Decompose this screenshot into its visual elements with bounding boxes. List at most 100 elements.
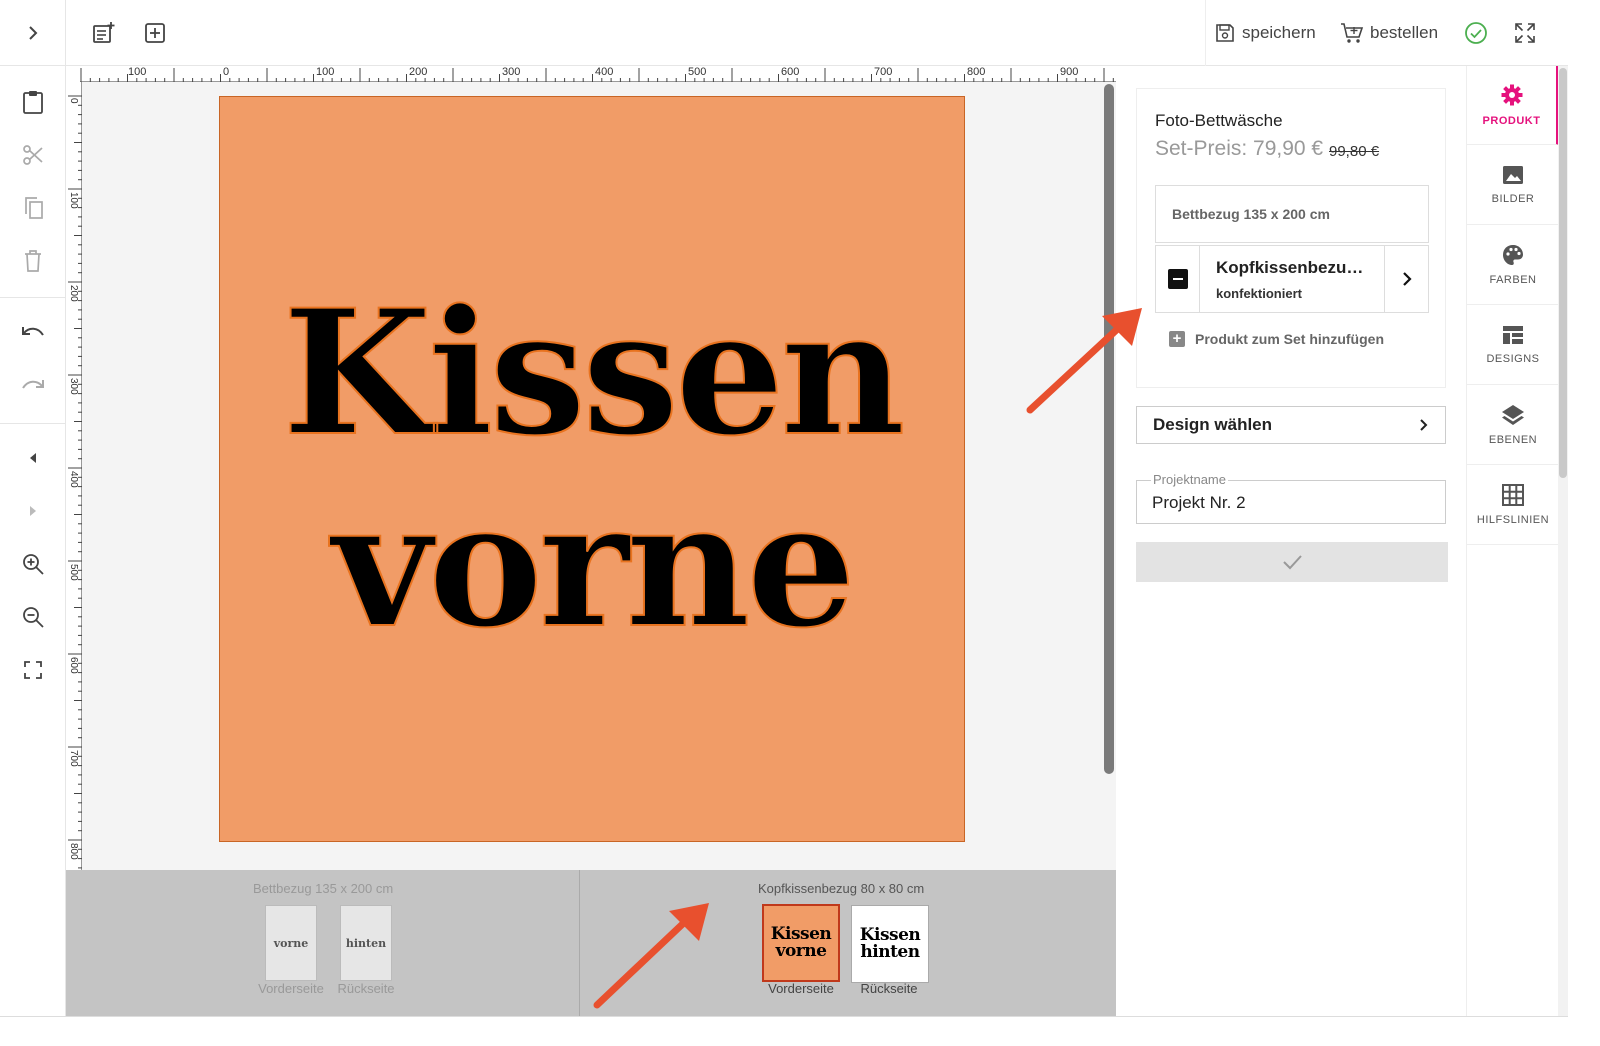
triangle-left-icon	[30, 453, 36, 463]
project-name-label: Projektname	[1151, 472, 1228, 487]
order-label: bestellen	[1370, 23, 1439, 42]
tab-hilfslinien[interactable]: HILFSLINIEN	[1467, 466, 1559, 545]
product-title: Foto-Bettwäsche	[1155, 111, 1283, 130]
confirm-status-button[interactable]	[1459, 16, 1493, 50]
plus-icon: +	[1169, 331, 1185, 347]
side-tabs: PRODUKT BILDER FARBEN DESIGNS EBENEN HIL…	[1466, 66, 1559, 1016]
page-caption: Rückseite	[337, 981, 395, 996]
tab-label: FARBEN	[1489, 274, 1537, 286]
ruler-label: 800	[68, 843, 79, 860]
ruler-label: 100	[68, 192, 79, 209]
chevron-right-icon	[28, 26, 37, 40]
tab-ebenen[interactable]: EBENEN	[1467, 386, 1559, 465]
toolbar-divider	[1205, 0, 1206, 66]
set-item-label: Bettbezug 135 x 200 cm	[1172, 206, 1330, 222]
next-button[interactable]	[13, 491, 53, 531]
thumb-text: vorne	[775, 941, 827, 961]
copy-icon	[25, 197, 43, 219]
redo-icon	[22, 380, 44, 389]
page-caption: Rückseite	[860, 981, 918, 996]
undo-icon	[22, 327, 44, 336]
ruler-label: 100	[316, 66, 335, 78]
ruler-label: 0	[223, 66, 230, 78]
ruler-label: 100	[128, 66, 147, 78]
tab-label: BILDER	[1491, 193, 1535, 205]
page-thumb-front[interactable]: vorne	[265, 905, 317, 981]
save-button[interactable]: speichern	[1214, 16, 1316, 50]
canvas-scrollbar[interactable]	[1104, 84, 1114, 774]
add-product-button[interactable]: + Produkt zum Set hinzufügen	[1169, 331, 1384, 347]
ruler-label: 800	[967, 66, 986, 78]
chevron-right-icon	[1402, 272, 1412, 286]
ruler-label: 700	[68, 750, 79, 767]
chevron-right-icon	[1420, 419, 1428, 431]
undo-button[interactable]	[13, 314, 53, 354]
page-thumb-front-active[interactable]: Kissen vorne	[762, 904, 840, 982]
clipboard-icon	[23, 91, 43, 114]
order-button[interactable]: bestellen	[1340, 16, 1438, 50]
ruler-label: 300	[502, 66, 521, 78]
ruler-label: 300	[68, 378, 79, 395]
choose-design-button[interactable]: Design wählen	[1136, 406, 1446, 444]
copy-button[interactable]	[13, 188, 53, 228]
zoom-in-button[interactable]	[13, 544, 53, 584]
tab-designs[interactable]: DESIGNS	[1467, 306, 1559, 385]
confirm-button[interactable]	[1136, 542, 1448, 582]
ruler-label: 500	[688, 66, 707, 78]
design-page[interactable]: Kissen vorne	[219, 96, 965, 842]
ruler-label: 900	[1060, 66, 1079, 78]
ruler-label: 600	[781, 66, 800, 78]
cart-icon	[1341, 23, 1364, 43]
page-scrollbar[interactable]	[1558, 66, 1568, 1016]
thumb-text: hinten	[860, 942, 920, 962]
add-text-button[interactable]	[86, 16, 120, 50]
ruler-label: 400	[595, 66, 614, 78]
cut-button[interactable]	[13, 135, 53, 175]
delete-button[interactable]	[13, 241, 53, 281]
zoom-in-icon	[23, 554, 44, 575]
zoom-out-button[interactable]	[13, 597, 53, 637]
thumb-text: hinten	[345, 936, 387, 950]
save-icon	[1216, 24, 1234, 42]
bottom-border	[0, 1016, 1568, 1017]
design-text-line[interactable]: Kissen	[282, 286, 907, 460]
ruler-label: 200	[68, 285, 79, 302]
ruler-label: 0	[68, 98, 79, 104]
check-icon	[1283, 555, 1302, 570]
page-group-title: Bettbezug 135 x 200 cm	[253, 881, 394, 896]
tab-label: EBENEN	[1488, 434, 1538, 446]
strip-divider	[579, 870, 580, 1016]
vertical-ruler: 0 100 200 300 400 500 600 700 800	[66, 82, 82, 870]
tool-divider	[0, 297, 66, 298]
grid-icon	[1502, 484, 1524, 506]
page-thumb-back[interactable]: hinten	[340, 905, 392, 981]
remove-item-button[interactable]	[1156, 246, 1200, 312]
tab-label: HILFSLINIEN	[1476, 514, 1550, 526]
item-detail-button[interactable]	[1384, 246, 1428, 312]
redo-button[interactable]	[13, 367, 53, 407]
set-item-bettbezug[interactable]: Bettbezug 135 x 200 cm	[1155, 185, 1429, 243]
ruler-label: 200	[409, 66, 428, 78]
set-item-kopfkissen[interactable]: Kopfkissenbezu… konfektioniert	[1155, 245, 1429, 313]
add-element-button[interactable]	[138, 16, 172, 50]
previous-button[interactable]	[13, 438, 53, 478]
annotation-arrow-icon	[593, 903, 709, 1009]
page-caption: Vorderseite	[768, 981, 834, 996]
tab-produkt[interactable]: PRODUKT	[1467, 66, 1559, 145]
layers-icon	[1502, 405, 1524, 425]
tab-farben[interactable]: FARBEN	[1467, 226, 1559, 305]
page-thumb-back[interactable]: Kissen hinten	[851, 905, 929, 983]
design-text-line[interactable]: vorne	[331, 478, 857, 652]
tab-bilder[interactable]: BILDER	[1467, 146, 1559, 225]
paste-button[interactable]	[13, 82, 53, 122]
scroll-thumb[interactable]	[1559, 68, 1567, 478]
product-card: Foto-Bettwäsche Set-Preis: 79,90 € 99,80…	[1136, 88, 1446, 388]
fit-to-screen-button[interactable]	[13, 650, 53, 690]
expand-sidebar-button[interactable]	[0, 0, 66, 66]
fullscreen-button[interactable]	[1508, 16, 1542, 50]
check-circle-icon	[1465, 22, 1487, 44]
tab-label: DESIGNS	[1486, 353, 1540, 365]
palette-icon	[1503, 245, 1523, 265]
horizontal-ruler: 100 0 100 200 300 400 500 600 700 800 90…	[80, 66, 1116, 82]
minus-icon	[1167, 269, 1188, 289]
